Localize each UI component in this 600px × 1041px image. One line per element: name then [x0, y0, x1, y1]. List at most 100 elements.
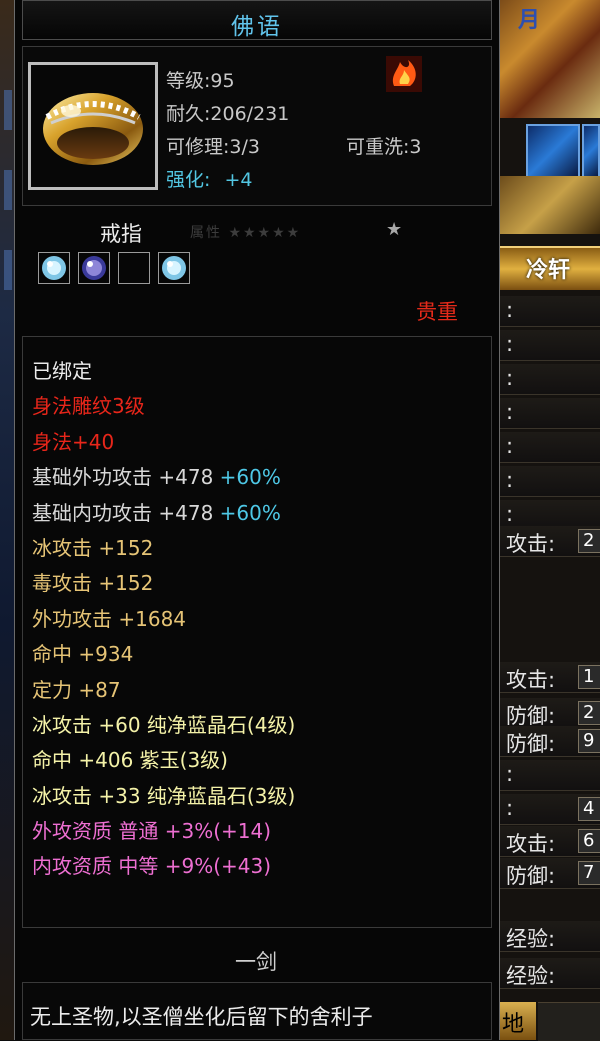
- background-stat-row: 经验:: [500, 921, 600, 952]
- background-stat-row: 攻击: 1: [500, 662, 600, 693]
- item-rarity: 贵重: [416, 300, 458, 324]
- background-tab-label: 冷轩: [526, 257, 571, 283]
- background-banner-text: 月: [518, 8, 541, 33]
- item-type: 戒指: [100, 222, 142, 246]
- attribute-text: 已绑定: [32, 359, 92, 383]
- background-stat-value-box: 4: [578, 797, 600, 821]
- background-stat-row: :: [500, 432, 600, 463]
- attribute-list: 已绑定 身法雕纹3级 身法+40 基础外功攻击 +478 +60% 基础内功攻击 +47…: [32, 354, 295, 885]
- background-stat-row: 防御: 2: [500, 698, 600, 729]
- attribute-text: 内攻资质 中等 +9%(+43): [32, 854, 272, 879]
- ice-crystal-gem-icon: [42, 256, 66, 280]
- attribute-line: 基础内功攻击 +478 +60%: [32, 496, 295, 531]
- background-skill-icon[interactable]: [582, 124, 600, 178]
- enhance-label: 强化:: [166, 169, 211, 191]
- background-stat-label: :: [506, 366, 514, 390]
- background-stat-label: :: [506, 400, 514, 424]
- background-stat-value-box: 7: [578, 861, 600, 885]
- background-character-name-tab[interactable]: 冷轩: [500, 246, 600, 290]
- attribute-text: 冰攻击 +60 纯净蓝晶石(4级): [32, 712, 296, 737]
- gem-socket[interactable]: [158, 252, 190, 284]
- attribute-line: 定力 +87: [32, 673, 295, 708]
- item-enhance: 强化: +4: [166, 165, 252, 192]
- attribute-text: 外功攻击 +1684: [32, 606, 187, 631]
- ring-icon[interactable]: [28, 62, 158, 190]
- ice-crystal-gem-icon: [162, 256, 186, 280]
- item-set-name: 一剑: [235, 950, 277, 974]
- empty-gem-socket[interactable]: [118, 252, 150, 284]
- background-stat-label: 防御:: [506, 864, 556, 888]
- background-stat-label: :: [506, 332, 514, 356]
- background-art: [498, 176, 600, 234]
- attribute-line: 命中 +406 紫玉(3级): [32, 743, 295, 778]
- attribute-text: 基础内功攻击 +478: [32, 500, 220, 525]
- enhance-value: +4: [224, 169, 253, 191]
- star-icon: ★: [386, 219, 403, 240]
- attribute-line: 冰攻击 +60 纯净蓝晶石(4级): [32, 708, 295, 743]
- attribute-line: 冰攻击 +152: [32, 531, 295, 566]
- attribute-line: 冰攻击 +33 纯净蓝晶石(3级): [32, 779, 295, 814]
- item-description: 无上圣物,以圣僧坐化后留下的舍利子: [30, 1005, 373, 1029]
- attribute-line: 身法+40: [32, 425, 295, 460]
- attribute-line: 已绑定: [32, 354, 295, 389]
- attribute-text: 基础外功攻击 +478: [32, 465, 220, 490]
- background-bottom-tab-label: 地: [502, 1012, 525, 1037]
- attribute-text: 命中 +934: [32, 642, 134, 667]
- fire-icon: [386, 56, 422, 92]
- background-stat-value: 2: [583, 702, 595, 723]
- background-stat-value-box: 2: [578, 701, 600, 725]
- background-stat-value-box: 2: [578, 529, 600, 553]
- background-stat-value: 1: [583, 666, 595, 687]
- background-stat-value: 2: [583, 530, 595, 551]
- attribute-text: +60%: [219, 500, 281, 525]
- background-stat-row: :4: [500, 794, 600, 825]
- background-stat-value: 9: [583, 730, 595, 751]
- attribute-text: 身法+40: [32, 429, 115, 454]
- background-edge-decoration: [4, 90, 12, 130]
- background-stat-label: 攻击:: [506, 832, 556, 856]
- background-banner-art: [498, 0, 600, 118]
- item-durability: 耐久:206/231: [166, 103, 290, 125]
- background-stat-row: :: [500, 296, 600, 327]
- background-stat-value-box: 6: [578, 829, 600, 853]
- background-stat-row: 防御: 7: [500, 858, 600, 889]
- background-stat-label: :: [506, 502, 514, 526]
- attribute-line: 基础外功攻击 +478 +60%: [32, 460, 295, 495]
- attribute-line: 命中 +934: [32, 637, 295, 672]
- background-stat-value: 4: [583, 798, 595, 819]
- attribute-text: +60%: [219, 465, 281, 490]
- background-stat-label: :: [506, 298, 514, 322]
- attribute-text: 外攻资质 普通 +3%(+14): [32, 819, 272, 844]
- background-stat-label: 经验:: [506, 964, 556, 988]
- background-stat-label: :: [506, 796, 514, 820]
- tooltip-title-bar: 佛语: [22, 0, 492, 40]
- background-stat-row: 防御: 9: [500, 726, 600, 757]
- background-stat-value: 7: [583, 862, 595, 883]
- attribute-text: 毒攻击 +152: [32, 571, 154, 596]
- background-stat-label: 经验:: [506, 927, 556, 951]
- background-stat-row: :: [500, 398, 600, 429]
- background-stat-row: 攻击: 2: [500, 526, 600, 557]
- background-stat-row: :: [500, 330, 600, 361]
- item-rewash-count: 可重洗:3: [346, 136, 422, 158]
- background-edge-decoration: [4, 250, 12, 290]
- item-name: 佛语: [231, 14, 283, 40]
- gem-socket[interactable]: [78, 252, 110, 284]
- item-repairable: 可修理:3/3: [166, 136, 260, 158]
- attribute-text: 冰攻击 +33 纯净蓝晶石(3级): [32, 783, 296, 808]
- background-stat-row: :: [500, 364, 600, 395]
- background-stat-label: :: [506, 434, 514, 458]
- background-stat-label: 防御:: [506, 732, 556, 756]
- background-stat-row: :: [500, 760, 600, 791]
- background-skill-icon[interactable]: [526, 124, 580, 178]
- attribute-line: 外功攻击 +1684: [32, 602, 295, 637]
- attribute-text: 命中 +406 紫玉(3级): [32, 748, 228, 773]
- attribute-line: 身法雕纹3级: [32, 389, 295, 424]
- attribute-text: 冰攻击 +152: [32, 535, 154, 560]
- attribute-text: 定力 +87: [32, 677, 121, 702]
- background-stat-label: 攻击:: [506, 668, 556, 692]
- gem-socket[interactable]: [38, 252, 70, 284]
- attribute-text: 身法雕纹3级: [32, 394, 145, 419]
- attribute-line: 内攻资质 中等 +9%(+43): [32, 849, 295, 884]
- background-bottom-tab[interactable]: 地: [500, 1002, 536, 1040]
